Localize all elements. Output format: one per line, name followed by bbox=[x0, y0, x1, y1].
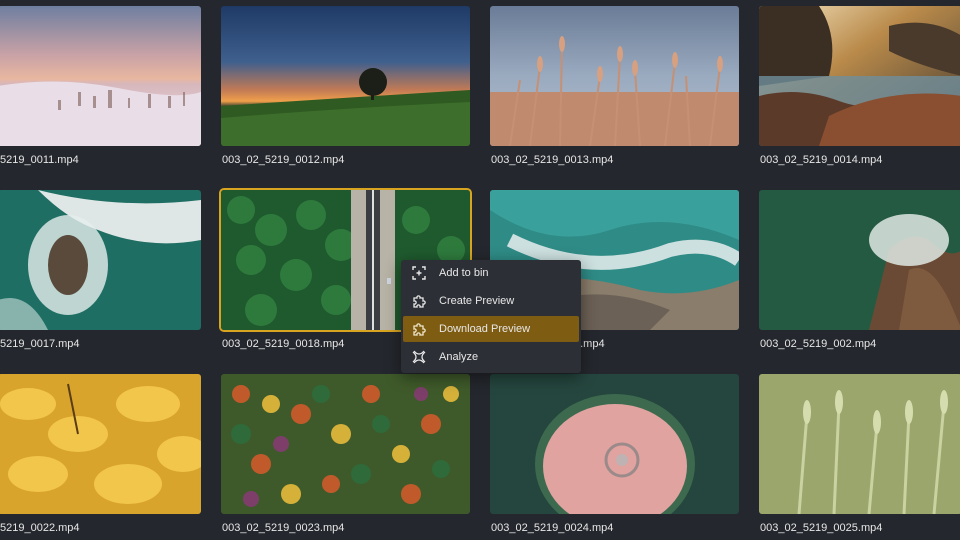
menu-item-analyze[interactable]: Analyze bbox=[403, 344, 579, 370]
thumbnail-image bbox=[490, 374, 739, 514]
thumbnail-label: 003_02_5219_0014.mp4 bbox=[760, 154, 883, 166]
menu-item-label: Add to bin bbox=[439, 267, 489, 279]
thumbnail-image bbox=[759, 374, 960, 514]
thumbnail-0014[interactable] bbox=[759, 6, 960, 146]
thumbnail-image bbox=[759, 190, 960, 330]
thumbnail-label: 003_02_5219_0023.mp4 bbox=[222, 522, 345, 534]
thumbnail-image bbox=[0, 6, 201, 146]
thumbnail-label: 003_02_5219_0012.mp4 bbox=[222, 154, 345, 166]
thumbnail-0017[interactable] bbox=[0, 190, 201, 330]
menu-item-label: Download Preview bbox=[439, 323, 531, 335]
thumbnail-0011[interactable] bbox=[0, 6, 201, 146]
thumbnail-image bbox=[0, 374, 201, 514]
thumbnail-label: 003_02_5219_0013.mp4 bbox=[491, 154, 614, 166]
thumbnail-label: 5219_0011.mp4 bbox=[0, 154, 79, 166]
menu-item-label: Create Preview bbox=[439, 295, 515, 307]
thumbnail-label: 003_02_5219_0025.mp4 bbox=[760, 522, 883, 534]
thumbnail-label: 003_02_5219_0018.mp4 bbox=[222, 338, 345, 350]
thumbnail-0013[interactable] bbox=[490, 6, 739, 146]
menu-item-download-preview[interactable]: Download Preview bbox=[403, 316, 579, 342]
thumbnail-image bbox=[0, 190, 201, 330]
thumbnail-image bbox=[490, 6, 739, 146]
context-menu: Add to bin Create Preview Download Previ… bbox=[401, 260, 581, 373]
thumbnail-0012[interactable] bbox=[221, 6, 470, 146]
thumbnail-label: 003_02_5219_0024.mp4 bbox=[491, 522, 614, 534]
thumbnail-label: 5219_0022.mp4 bbox=[0, 522, 80, 534]
menu-item-create-preview[interactable]: Create Preview bbox=[403, 288, 579, 314]
thumbnail-0022[interactable] bbox=[0, 374, 201, 514]
analyze-icon bbox=[411, 349, 427, 365]
thumbnail-0025[interactable] bbox=[759, 374, 960, 514]
thumbnail-label: 5219_0017.mp4 bbox=[0, 338, 80, 350]
thumbnail-002[interactable] bbox=[759, 190, 960, 330]
puzzle-download-icon bbox=[411, 321, 427, 337]
thumbnail-label: 003_02_5219_002.mp4 bbox=[760, 338, 877, 350]
add-to-bin-icon bbox=[411, 265, 427, 281]
menu-item-label: Analyze bbox=[439, 351, 479, 363]
puzzle-icon bbox=[411, 293, 427, 309]
thumbnail-0023[interactable] bbox=[221, 374, 470, 514]
thumbnail-image bbox=[759, 6, 960, 146]
thumbnail-image bbox=[221, 6, 470, 146]
thumbnail-0024[interactable] bbox=[490, 374, 739, 514]
thumbnail-image bbox=[221, 374, 470, 514]
menu-item-add-to-bin[interactable]: Add to bin bbox=[403, 260, 579, 286]
